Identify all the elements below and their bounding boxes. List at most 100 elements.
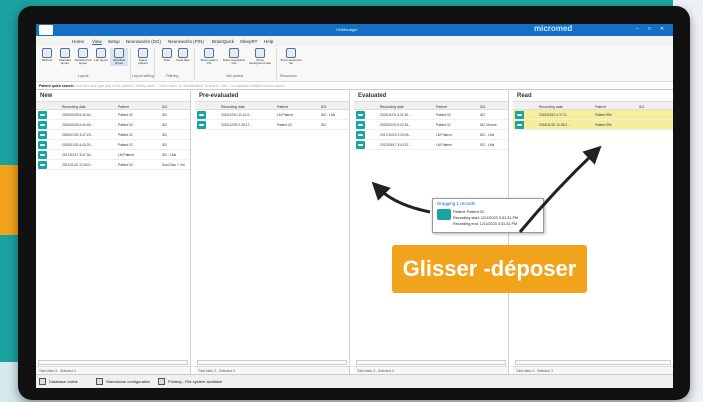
recording-icon [356, 121, 365, 129]
table-row[interactable]: 2017/10/15 2:23:05... LM Patient ID2 - LMs [354, 130, 508, 140]
table-header: Recording date Patient ID1 [36, 101, 190, 110]
table-row[interactable]: 2020/05/25 6:40:40... Patient 02 ID2 [36, 110, 190, 120]
recording-icon [356, 131, 365, 139]
space-adjusts-button[interactable]: Space adjusts [134, 48, 152, 66]
status-printing: Printing - File system available [168, 379, 223, 384]
horizontal-scrollbar[interactable] [515, 360, 671, 365]
table-row[interactable]: 2017/02/17 3:47:30... LM Patient ID2 - LMs [36, 150, 190, 160]
recording-icon [515, 111, 524, 119]
tooltip-end: Recording end: 12/1/2023 3:31:31 PM [453, 222, 518, 226]
ribbon-separator [276, 49, 277, 79]
patient-quick-search[interactable]: Patient quick search: Click here and typ… [36, 82, 673, 90]
brand-logo: micromed [534, 24, 573, 33]
workstation-icon [96, 378, 103, 385]
panel-footer: Total visits: 4 - Selected: 0 [354, 366, 508, 374]
refresh-button[interactable]: Refresh [38, 48, 56, 62]
ribbon-group-info-panels: Info panels [226, 74, 244, 78]
workflow-panels: New Recording date Patient ID1 2020/05/2… [36, 91, 673, 374]
recording-icon [197, 111, 206, 119]
recording-icon [437, 209, 451, 220]
column-id1[interactable]: ID1 [321, 105, 326, 109]
background-task-icon [255, 48, 265, 58]
clear-filter-icon [178, 48, 188, 58]
title-bar: VirtManager micromed – □ ✕ [36, 24, 673, 36]
recording-icon [38, 141, 47, 149]
acquisition-info-icon [229, 48, 239, 58]
recording-icon [356, 111, 365, 119]
left-layout-button[interactable]: Left layout [92, 48, 110, 62]
layout-left-icon [78, 48, 88, 58]
layout-icon [60, 48, 70, 58]
standard-layout-button[interactable]: Standard layout [56, 48, 74, 66]
menu-neuroworks-dg[interactable]: Neuroworks (DG) [126, 39, 161, 44]
minimize-button[interactable]: – [636, 26, 639, 32]
column-id1[interactable]: ID1 [480, 105, 485, 109]
refresh-icon [42, 48, 52, 58]
column-recording-date[interactable]: Recording date [221, 105, 245, 109]
column-patient[interactable]: Patient [277, 105, 288, 109]
table-row[interactable]: 2023/02/20 9:22:51... Patient 01 ID2 Vtrom… [354, 120, 508, 130]
column-patient[interactable]: Patient [595, 105, 606, 109]
menu-neuroworks-pin[interactable]: Neuroworks (PIN) [168, 39, 204, 44]
menu-setup[interactable]: Setup [108, 39, 120, 44]
menu-bar: Home View Setup Neuroworks (DG) Neurowor… [36, 36, 673, 46]
workflow-layout-button[interactable]: Workflow layout [110, 48, 128, 66]
table-row[interactable]: 2020/01/30 3:47:23... Patient 02 ID2 [36, 130, 190, 140]
table-row-selected[interactable]: 2023/03/10 1:17:3... Patient 99s [513, 110, 673, 120]
ribbon-group-filtering: Filtering [166, 74, 179, 78]
show-background-task-button[interactable]: Show background task [248, 48, 272, 66]
column-id1[interactable]: ID1 [162, 105, 167, 109]
panel-title: Pre-evaluated [195, 91, 349, 101]
show-resources-list-button[interactable]: Show resources list [280, 48, 302, 66]
recording-icon [515, 121, 524, 129]
recording-icon [197, 121, 206, 129]
table-row[interactable]: 2023/12/09 2:39:17... Patient 02 ID2 [195, 120, 349, 130]
menu-help[interactable]: Help [264, 39, 273, 44]
table-header: Recording date Patient ID1 [195, 101, 349, 110]
show-acquisition-info-button[interactable]: Show acquisition info [222, 48, 246, 66]
column-recording-date[interactable]: Recording date [539, 105, 563, 109]
horizontal-scrollbar[interactable] [356, 360, 506, 365]
menu-view[interactable]: View [92, 39, 102, 45]
tooltip-start: Recording start: 12/1/2023 3:31:31 PM [453, 216, 519, 220]
search-label: Patient quick search: [39, 84, 75, 88]
column-patient[interactable]: Patient [436, 105, 447, 109]
column-patient[interactable]: Patient [118, 105, 129, 109]
filter-icon [162, 48, 172, 58]
table-row[interactable]: 2023/12/10 11:41:0... LM Patient ID2 - LMs [195, 110, 349, 120]
column-id1[interactable]: ID1 [639, 105, 644, 109]
menu-home[interactable]: Home [72, 39, 84, 44]
table-row[interactable]: 2023/11/01 3:31:30... Patient 02 ID2 [354, 110, 508, 120]
table-row[interactable]: 2020/05/25 6:40:45... Patient 02 ID2 [36, 120, 190, 130]
horizontal-scrollbar[interactable] [197, 360, 347, 365]
database-icon [39, 378, 46, 385]
resources-icon [286, 48, 296, 58]
menu-brainquick[interactable]: BrainQuick [212, 39, 234, 44]
table-header: Recording date Patient ID1 [354, 101, 508, 110]
table-row[interactable]: 2020/01/30 4:43:20... Patient 02 ID2 [36, 140, 190, 150]
close-button[interactable]: ✕ [660, 26, 664, 32]
ribbon-separator [194, 49, 195, 79]
horizontal-scrollbar[interactable] [38, 360, 188, 365]
workflow-icon [114, 48, 124, 58]
panel-footer: Total visits: 6 - Selected: 0 [36, 366, 190, 374]
recording-icon [38, 161, 47, 169]
table-row-selected[interactable]: 2018/11/20 12:36:2... Patient 99s [513, 120, 673, 130]
recording-icon [38, 131, 47, 139]
show-patient-info-button[interactable]: Show patient info [198, 48, 220, 66]
status-bar: Database online Standalone configuration… [36, 374, 673, 388]
recording-icon [38, 151, 47, 159]
table-row[interactable]: 2012/11/10 12:40:0... Patient 02 Suni Dico… [36, 160, 190, 170]
ribbon-separator [130, 49, 131, 79]
column-recording-date[interactable]: Recording date [380, 105, 404, 109]
menu-sleeprt[interactable]: SleepRT [240, 39, 257, 44]
standard-left-layout-button[interactable]: Standard left layout [74, 48, 92, 66]
clear-filter-button[interactable]: Clear filter [174, 48, 192, 62]
panel-title: Read [513, 91, 673, 101]
column-recording-date[interactable]: Recording date [62, 105, 86, 109]
table-row[interactable]: 2017/05/17 3:43:37... LM Patient ID2 - LMs [354, 140, 508, 150]
maximize-button[interactable]: □ [648, 26, 651, 32]
ribbon-group-layout-setting: Layout setting [132, 74, 154, 78]
recording-icon [38, 111, 47, 119]
search-input[interactable]: Click here and type part of the patient'… [74, 84, 285, 88]
